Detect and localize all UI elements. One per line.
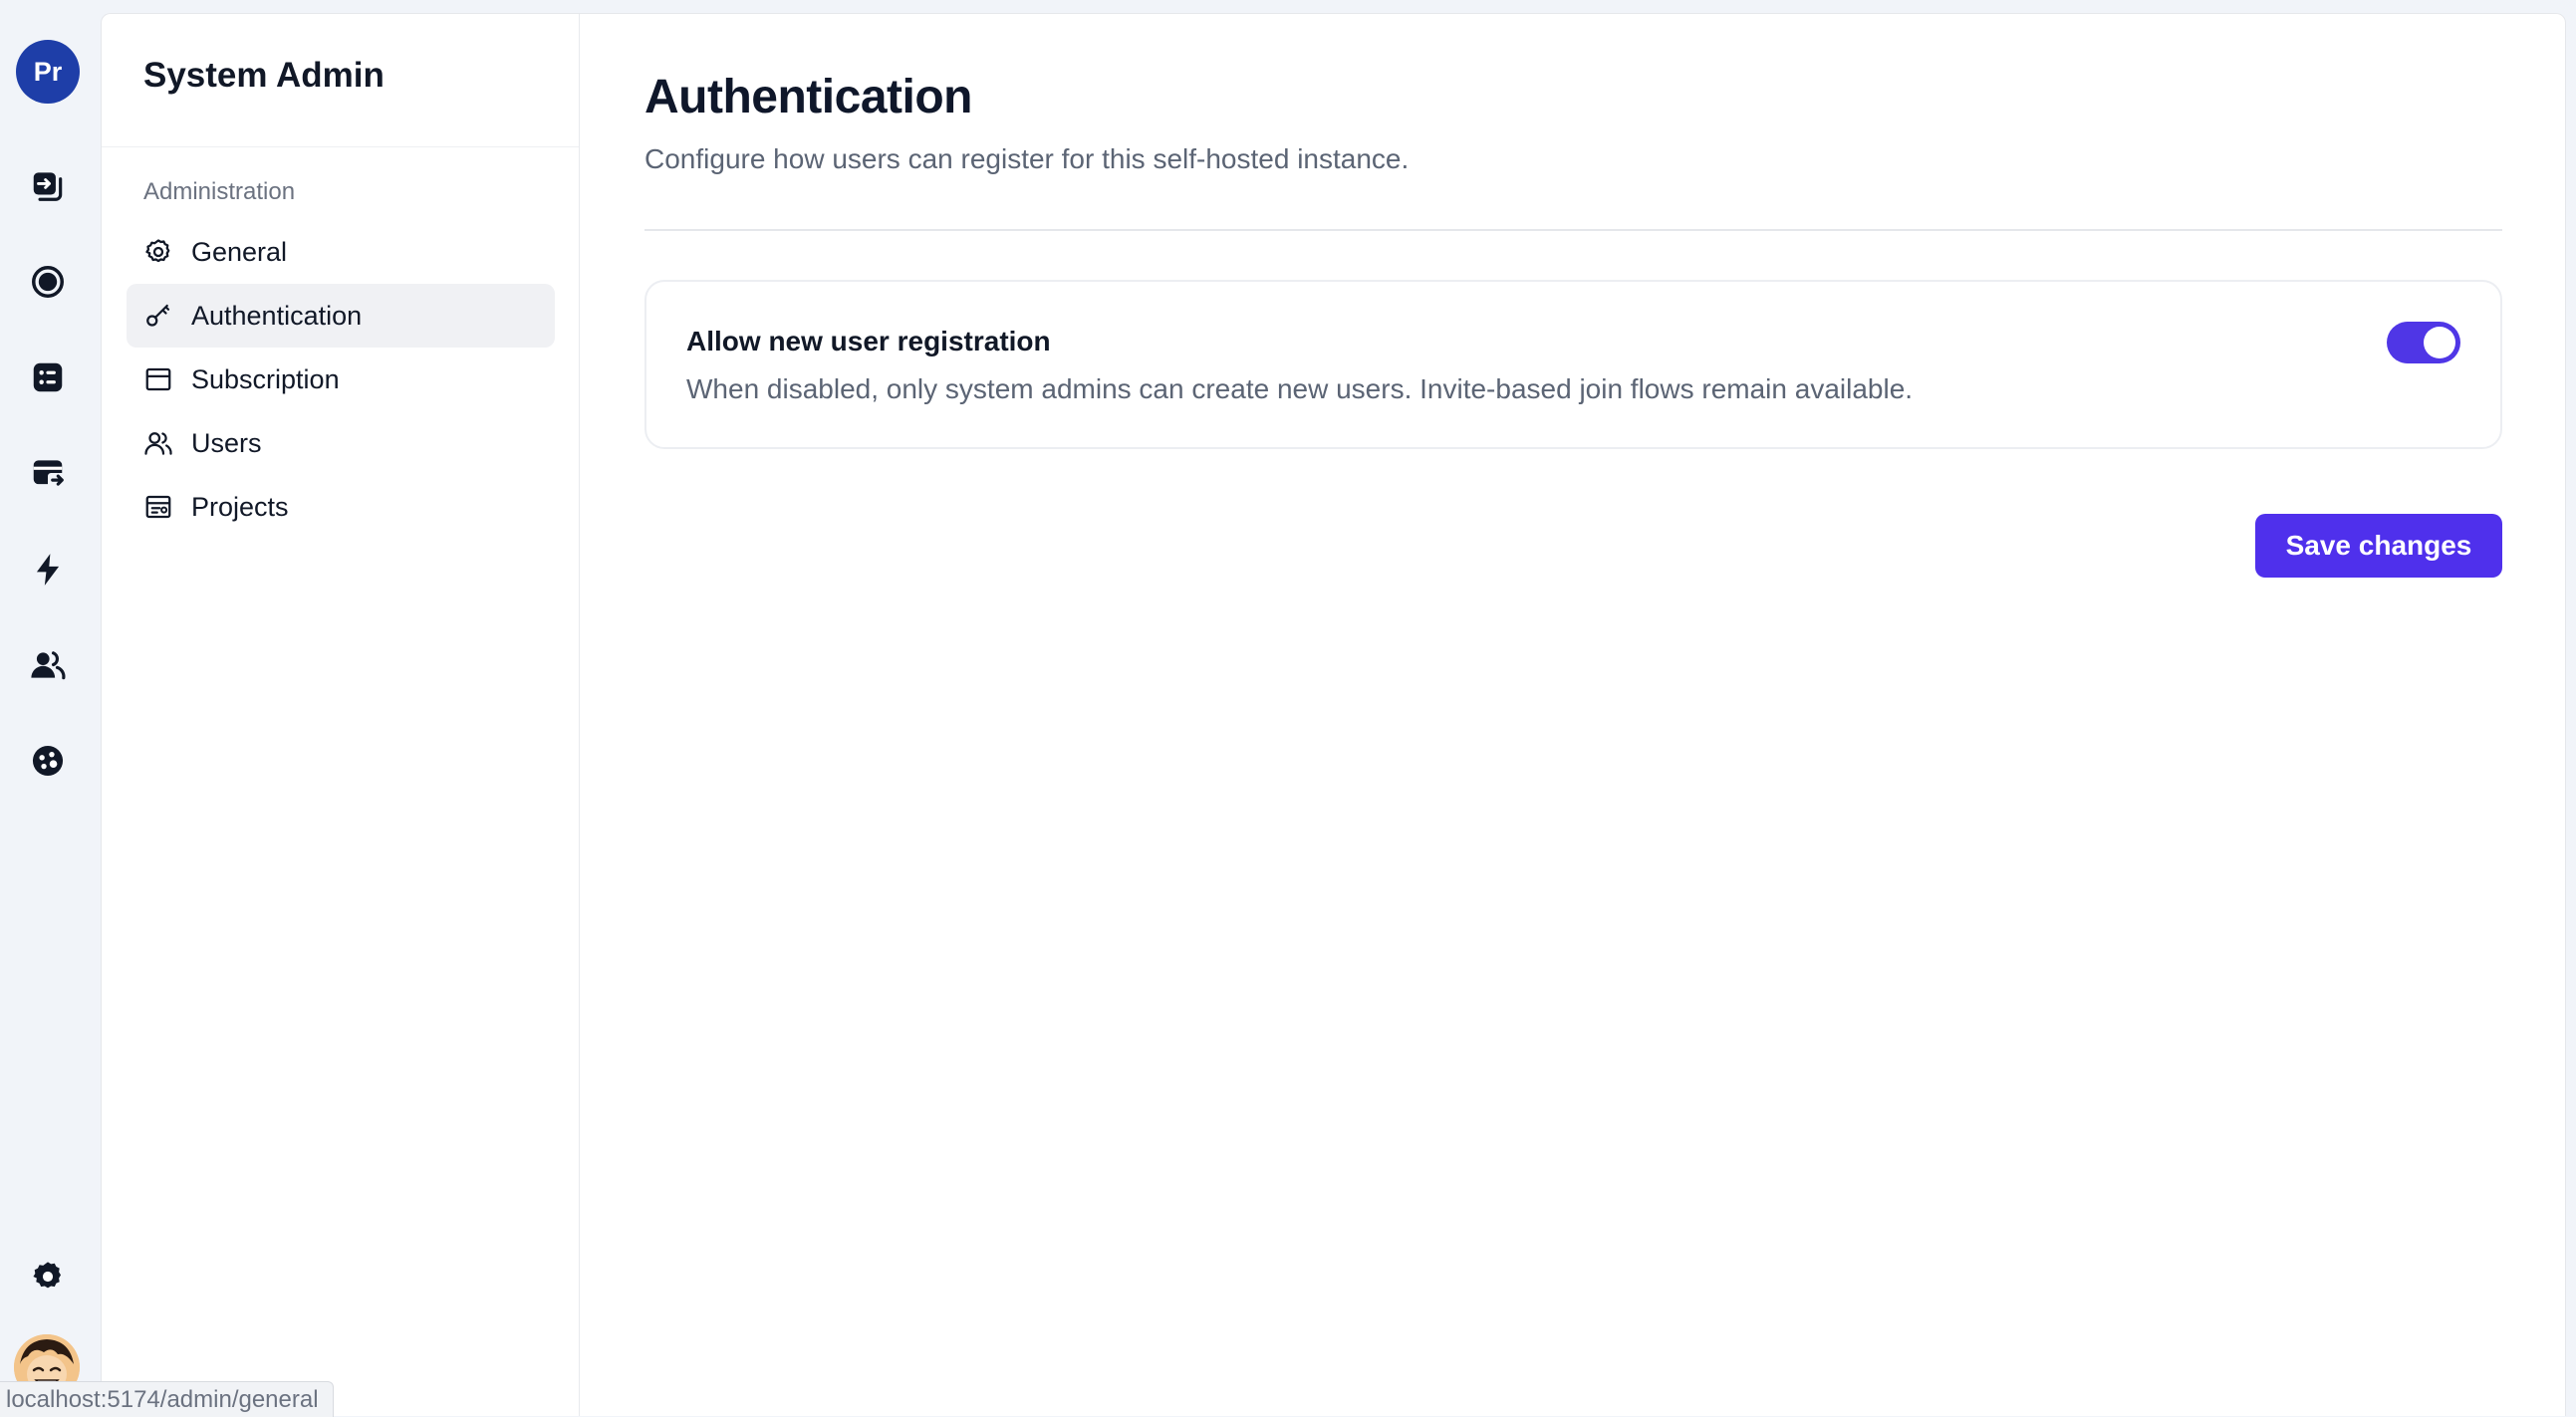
sidebar-item-label: General (191, 236, 288, 267)
main-panel: System Admin Administration General Auth… (101, 13, 2566, 1416)
list-icon (33, 362, 63, 392)
sidebar-item-label: Projects (191, 491, 289, 522)
link-preview-statusbar: localhost:5174/admin/general (0, 1381, 334, 1417)
setting-title: Allow new user registration (686, 326, 1051, 356)
gear-icon (33, 1262, 61, 1289)
sidebar-item-users[interactable]: Users (127, 411, 555, 475)
sidebar-item-label: Subscription (191, 363, 340, 394)
toggle-knob (2424, 327, 2455, 358)
card-exit-icon (33, 460, 64, 486)
registration-setting-card: Allow new user registration When disable… (644, 280, 2502, 449)
sidebar-item-label: Authentication (191, 300, 363, 331)
palette-icon (32, 745, 64, 777)
setting-description: When disabled, only system admins can cr… (686, 373, 1914, 404)
allow-registration-toggle[interactable] (2387, 322, 2460, 363)
rail-list-icon[interactable] (24, 354, 72, 401)
content-divider (644, 229, 2502, 231)
app-rail: Pr (0, 0, 100, 1416)
projects-icon (145, 495, 171, 519)
sidebar-item-subscription[interactable]: Subscription (127, 348, 555, 411)
sidebar-divider (102, 146, 579, 147)
sidebar-item-general[interactable]: General (127, 220, 555, 284)
rail-record-icon[interactable] (24, 258, 72, 306)
page-title: Authentication (644, 71, 972, 123)
rail-users-icon[interactable] (24, 641, 72, 689)
workspace-avatar[interactable]: Pr (16, 40, 80, 104)
record-icon (32, 266, 64, 298)
rail-palette-icon[interactable] (24, 737, 72, 785)
save-changes-button[interactable]: Save changes (2255, 514, 2502, 578)
sidebar-item-projects[interactable]: Projects (127, 475, 555, 539)
content-area: Authentication Configure how users can r… (644, 14, 2502, 1416)
users-outline-icon (144, 432, 172, 455)
rail-sign-in-icon[interactable] (24, 161, 72, 209)
bolt-icon (36, 554, 60, 586)
card-icon (145, 367, 171, 391)
sidebar-section-label: Administration (143, 178, 296, 205)
sidebar-item-label: Users (191, 427, 262, 458)
sidebar-item-authentication[interactable]: Authentication (127, 284, 555, 348)
users-icon (31, 651, 66, 680)
key-icon (146, 304, 170, 327)
page-subtitle: Configure how users can register for thi… (644, 143, 1410, 174)
rail-settings-icon[interactable] (24, 1253, 72, 1300)
rail-bolt-icon[interactable] (24, 546, 72, 593)
sidebar-title: System Admin (143, 56, 385, 95)
admin-sidebar: System Admin Administration General Auth… (102, 14, 580, 1416)
sign-in-icon (33, 172, 63, 201)
gear-outline-icon (145, 239, 170, 263)
rail-card-exit-icon[interactable] (24, 449, 72, 497)
